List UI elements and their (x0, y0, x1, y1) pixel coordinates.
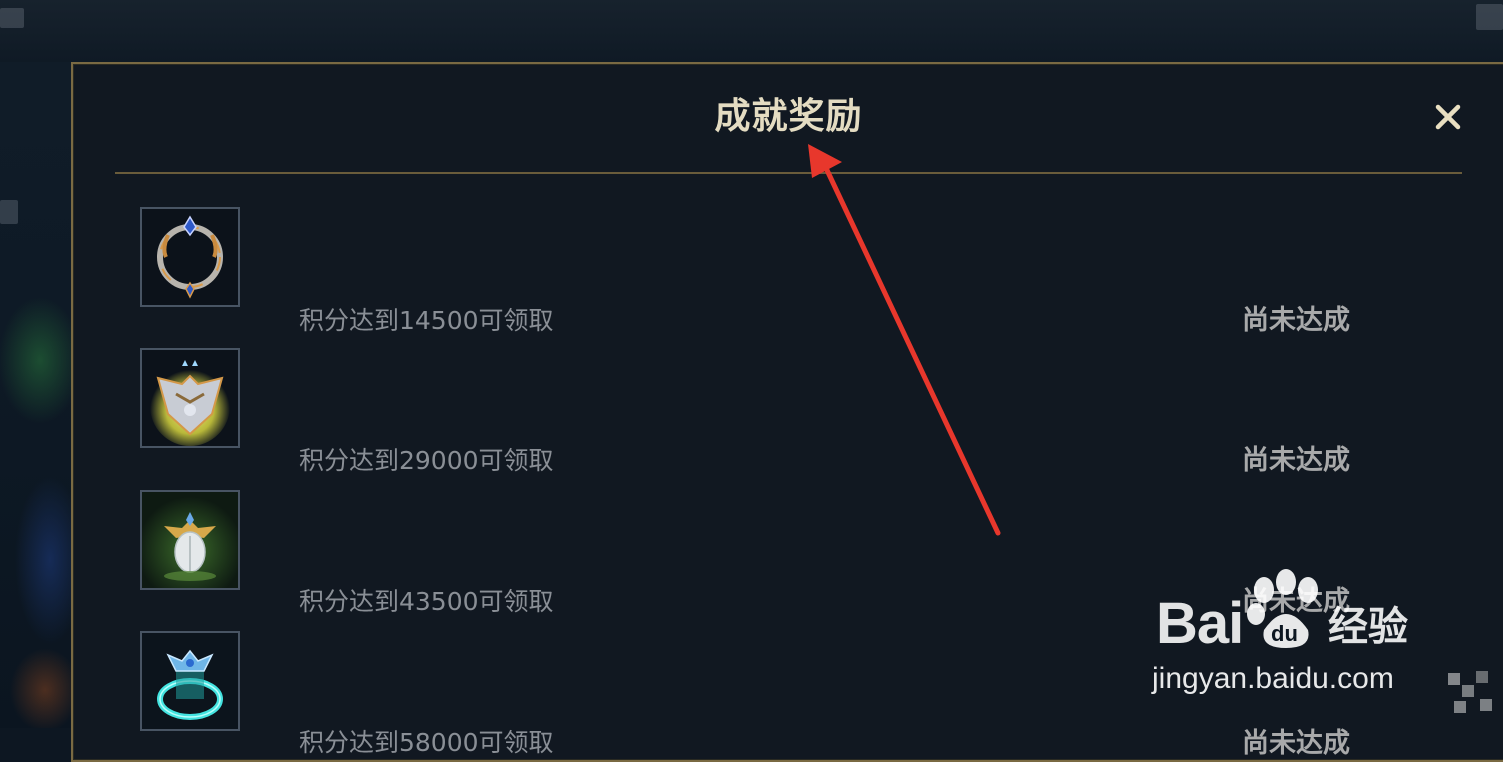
reward-row: 积分达到14500可领取 尚未达成 (73, 174, 1503, 336)
reward-icon-frame (140, 207, 240, 307)
close-icon (1435, 104, 1461, 130)
ring-frame-icon (157, 215, 223, 299)
reward-icon-frame (140, 490, 240, 590)
reward-icon-frame (140, 631, 240, 731)
reward-row: 积分达到58000可领取 尚未达成 (73, 597, 1503, 759)
reward-requirement: 积分达到58000可领取 (299, 728, 554, 757)
top-left-chip (0, 8, 24, 28)
side-chip (0, 200, 18, 224)
leaf-emblem-icon (142, 492, 238, 588)
dialog-title: 成就奖励 (714, 96, 863, 137)
pixel-noise (1448, 671, 1492, 713)
close-button[interactable] (1433, 102, 1463, 132)
reward-row: 积分达到29000可领取 尚未达成 (73, 315, 1503, 476)
reward-icon-frame (140, 348, 240, 448)
teleport-ring-icon (142, 633, 238, 729)
top-bar (0, 0, 1503, 62)
reward-status: 尚未达成 (1242, 728, 1350, 759)
reward-row: 积分达到43500可领取 尚未达成 (73, 456, 1503, 617)
winged-crest-icon (142, 350, 238, 446)
achievement-rewards-dialog: 成就奖励 积分达到14500可领取 尚未达成 积分达到29000可领取 尚未达成… (71, 62, 1503, 762)
top-right-chip (1476, 4, 1503, 30)
